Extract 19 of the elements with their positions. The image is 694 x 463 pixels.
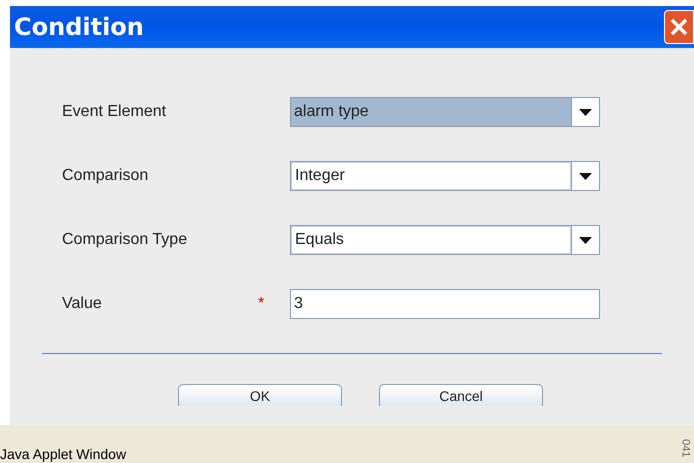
window-title: Condition (14, 12, 144, 43)
field-label: Comparison (62, 166, 150, 186)
caret-icon (579, 236, 592, 244)
side-code: 041 (678, 439, 692, 458)
caret-icon (579, 172, 592, 180)
dialog-button[interactable]: OK (178, 384, 342, 406)
dropdown[interactable]: Equals (290, 225, 600, 255)
required-mark: * (258, 294, 266, 314)
close-icon (670, 18, 688, 36)
input-field[interactable]: 3 (290, 289, 600, 319)
dropdown[interactable]: alarm type (290, 97, 600, 127)
dropdown[interactable]: Integer (290, 161, 600, 191)
caret-icon (579, 108, 592, 116)
status-text: Java Applet Window (0, 445, 126, 463)
dialog-button[interactable]: Cancel (379, 384, 543, 406)
field-label: Value (62, 294, 103, 314)
close-button[interactable] (664, 10, 694, 44)
field-label: Comparison Type (62, 230, 188, 250)
field-label: Event Element (62, 102, 168, 122)
